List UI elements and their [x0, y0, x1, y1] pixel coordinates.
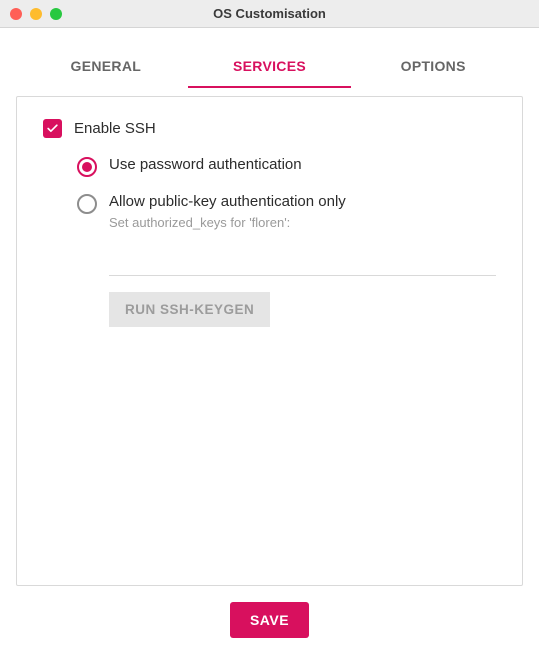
footer: SAVE	[0, 586, 539, 638]
auth-password-label: Use password authentication	[109, 156, 302, 173]
titlebar: OS Customisation	[0, 0, 539, 28]
window-controls	[0, 8, 62, 20]
services-panel: Enable SSH Use password authentication A…	[16, 96, 523, 586]
auth-pubkey-label: Allow public-key authentication only	[109, 193, 346, 210]
tab-general[interactable]: GENERAL	[24, 48, 188, 88]
run-ssh-keygen-button[interactable]: RUN SSH-KEYGEN	[109, 292, 270, 327]
auth-pubkey-radio[interactable]	[77, 194, 97, 214]
enable-ssh-label: Enable SSH	[74, 120, 156, 137]
auth-password-row[interactable]: Use password authentication	[77, 156, 496, 177]
enable-ssh-row[interactable]: Enable SSH	[43, 119, 496, 138]
ssh-auth-group: Use password authentication Allow public…	[43, 156, 496, 327]
authorized-keys-hint: Set authorized_keys for 'floren':	[109, 215, 496, 230]
save-button[interactable]: SAVE	[230, 602, 309, 638]
spacer	[0, 28, 539, 40]
window-title: OS Customisation	[0, 6, 539, 21]
tab-options[interactable]: OPTIONS	[351, 48, 515, 88]
tab-services[interactable]: SERVICES	[188, 48, 352, 88]
enable-ssh-checkbox[interactable]	[43, 119, 62, 138]
authorized-keys-input[interactable]	[109, 252, 496, 276]
checkmark-icon	[46, 122, 59, 135]
maximize-window-button[interactable]	[50, 8, 62, 20]
tabs: GENERAL SERVICES OPTIONS	[0, 40, 539, 88]
close-window-button[interactable]	[10, 8, 22, 20]
auth-password-radio[interactable]	[77, 157, 97, 177]
minimize-window-button[interactable]	[30, 8, 42, 20]
auth-pubkey-row[interactable]: Allow public-key authentication only Set…	[77, 193, 496, 327]
